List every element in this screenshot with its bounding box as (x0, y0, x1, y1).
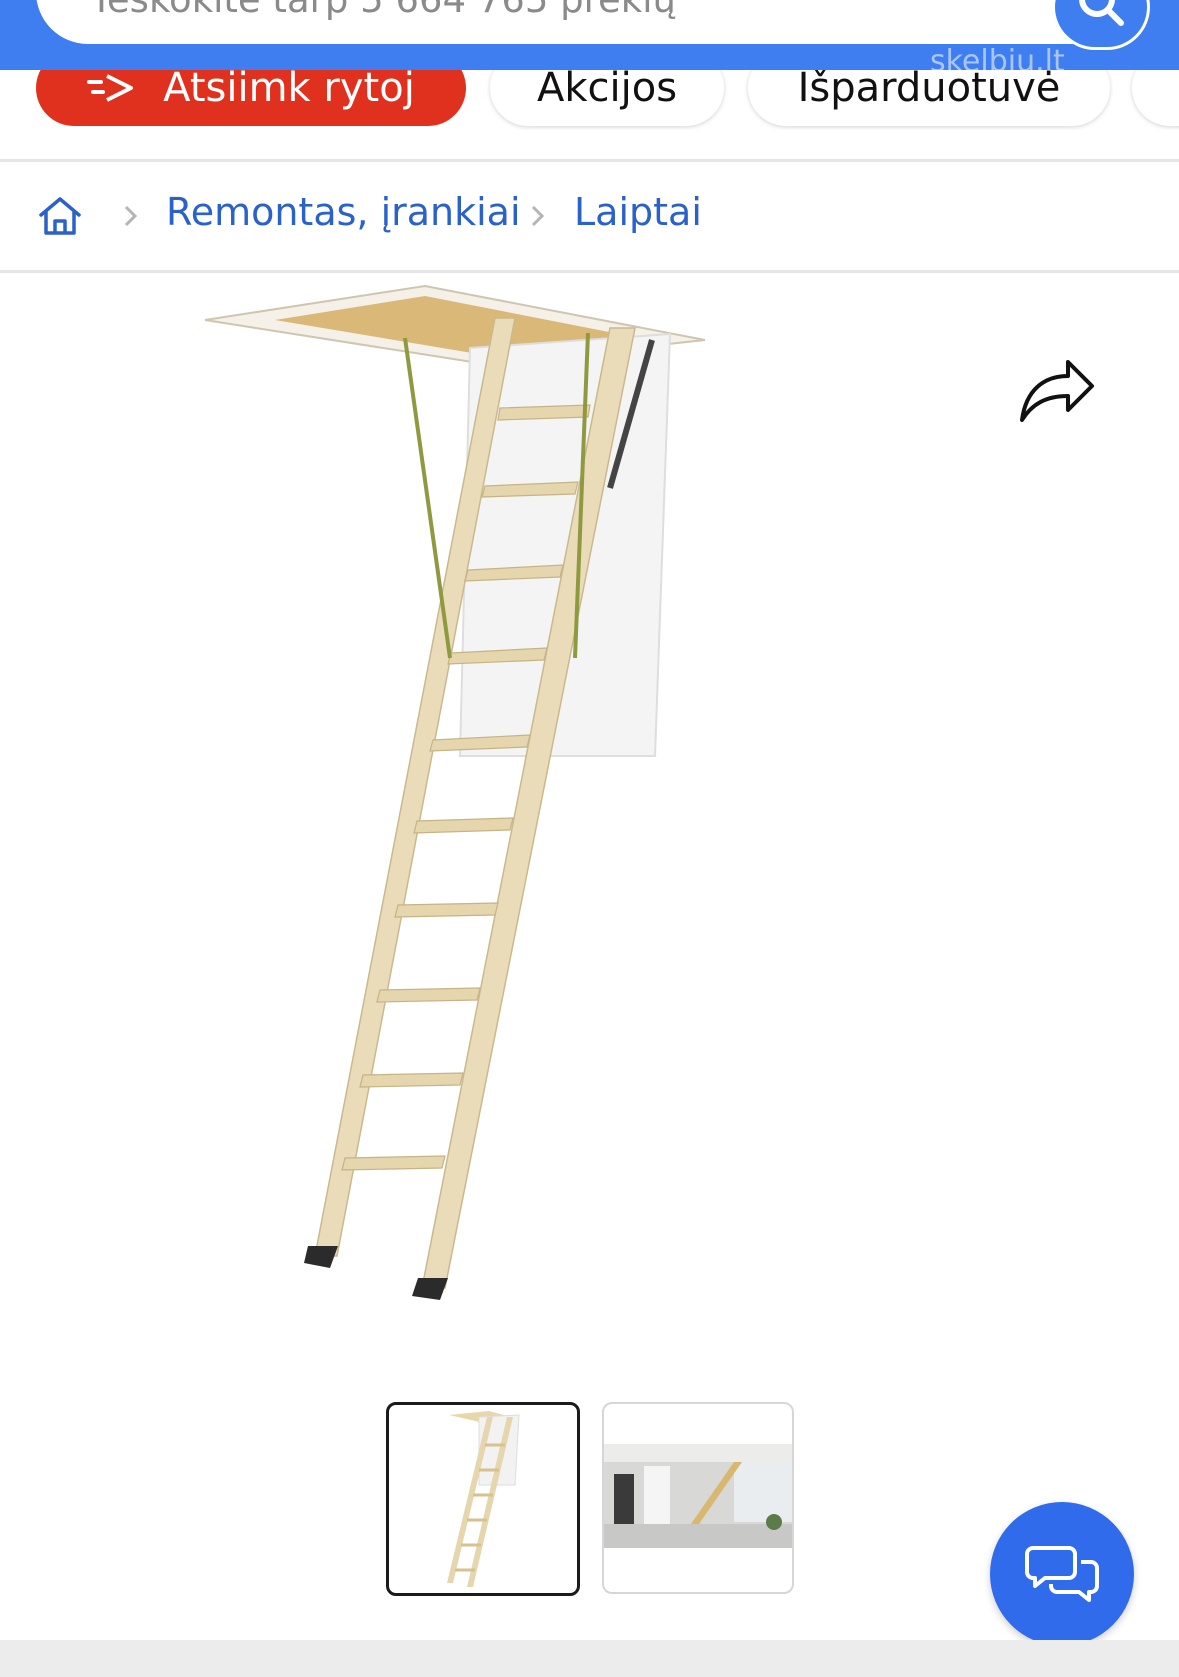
share-icon[interactable] (1018, 354, 1096, 430)
chevron-right-icon (530, 204, 546, 232)
divider (0, 270, 1179, 273)
chat-bubbles-icon (1025, 1546, 1099, 1602)
chip-more[interactable] (1132, 70, 1179, 126)
fast-delivery-icon (87, 70, 137, 106)
thumbnail-2[interactable] (602, 1402, 794, 1594)
chip-outlet[interactable]: Išparduotuvė (748, 70, 1110, 126)
chip-promotions[interactable]: Akcijos (490, 70, 724, 126)
search-icon (1079, 0, 1124, 26)
product-main-image[interactable] (180, 278, 720, 1358)
chip-label: Išparduotuvė (797, 70, 1061, 111)
watermark-logo: skelbiu.lt (930, 44, 1065, 70)
breadcrumb-link-stairs[interactable]: Laiptai (574, 190, 702, 234)
thumbnail-1[interactable] (386, 1402, 580, 1596)
search-input[interactable]: Ieškokite tarp 5 664 765 prekių (36, 0, 1146, 44)
breadcrumb-link-renovation-tools[interactable]: Remontas, įrankiai (166, 190, 521, 234)
top-search-bar: Ieškokite tarp 5 664 765 prekių skelbiu.… (0, 0, 1179, 70)
breadcrumb: Remontas, įrankiai Laiptai (0, 162, 1179, 270)
quick-filter-chips: Atsiimk rytoj Akcijos Išparduotuvė (0, 70, 1179, 160)
chip-pickup-tomorrow[interactable]: Atsiimk rytoj (36, 70, 466, 126)
chip-label: Akcijos (536, 70, 678, 111)
chevron-right-icon (123, 204, 139, 232)
chat-button[interactable] (990, 1502, 1134, 1646)
chip-label: Atsiimk rytoj (163, 70, 415, 111)
home-icon[interactable] (37, 195, 83, 241)
search-placeholder: Ieškokite tarp 5 664 765 prekių (96, 0, 676, 21)
bottom-strip (0, 1640, 1179, 1677)
